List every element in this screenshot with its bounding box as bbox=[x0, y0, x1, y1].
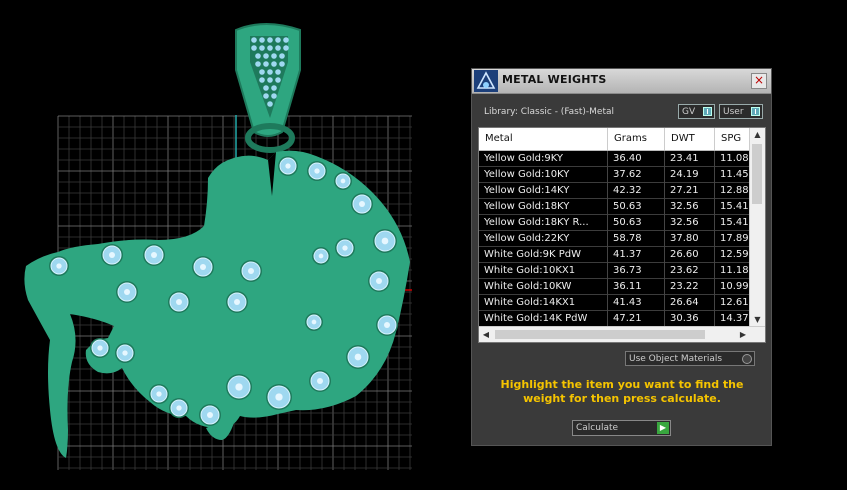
column-header-spg[interactable]: SPG bbox=[715, 128, 751, 150]
table-row[interactable]: Yellow Gold:22KY 58.78 37.80 17.89 bbox=[479, 231, 751, 247]
panel-titlebar[interactable]: METAL WEIGHTS × bbox=[472, 69, 771, 94]
cell-dwt: 26.60 bbox=[665, 247, 715, 263]
cell-grams: 58.78 bbox=[608, 231, 665, 247]
gv-toggle[interactable]: GV bbox=[678, 104, 715, 119]
toggle-indicator-icon bbox=[751, 107, 760, 116]
column-header-metal[interactable]: Metal bbox=[479, 128, 608, 150]
cell-spg: 10.99 bbox=[720, 281, 749, 292]
cell-metal: Yellow Gold:18KY R... bbox=[479, 215, 608, 231]
cell-metal: Yellow Gold:22KY bbox=[479, 231, 608, 247]
app-logo-icon bbox=[474, 70, 498, 92]
cell-dwt: 30.36 bbox=[665, 311, 715, 327]
cell-dwt: 23.22 bbox=[665, 279, 715, 295]
play-arrow-icon: ▶ bbox=[657, 422, 669, 434]
cell-metal: White Gold:10KX1 bbox=[479, 263, 608, 279]
vertical-scrollbar[interactable]: ▲ ▼ bbox=[749, 128, 765, 327]
cell-dwt: 26.64 bbox=[665, 295, 715, 311]
scroll-up-icon[interactable]: ▲ bbox=[750, 128, 765, 142]
use-object-materials-label: Use Object Materials bbox=[629, 354, 723, 364]
scroll-right-icon[interactable]: ▶ bbox=[736, 327, 750, 342]
table-row[interactable]: White Gold:9K PdW 41.37 26.60 12.59 bbox=[479, 247, 751, 263]
cell-metal: White Gold:10KW bbox=[479, 279, 608, 295]
cell-metal: Yellow Gold:18KY bbox=[479, 199, 608, 215]
cell-spg: 15.41 bbox=[720, 217, 749, 228]
calculate-label: Calculate bbox=[576, 423, 619, 433]
instructions-text: Highlight the item you want to find the … bbox=[500, 378, 744, 405]
cell-spg: 14.37 bbox=[720, 313, 749, 324]
cell-grams: 36.73 bbox=[608, 263, 665, 279]
scroll-down-icon[interactable]: ▼ bbox=[750, 313, 765, 327]
cell-spg: 15.41 bbox=[720, 201, 749, 212]
cell-grams: 41.37 bbox=[608, 247, 665, 263]
cell-spg: 12.88 bbox=[720, 185, 749, 196]
table-header: Metal Grams DWT SPG bbox=[479, 128, 751, 151]
radio-icon bbox=[742, 354, 752, 364]
column-header-dwt[interactable]: DWT bbox=[665, 128, 715, 150]
cell-metal: White Gold:9K PdW bbox=[479, 247, 608, 263]
table-row[interactable]: Yellow Gold:9KY 36.40 23.41 11.08 bbox=[479, 151, 751, 167]
horizontal-scrollbar[interactable]: ◀ ▶ bbox=[479, 326, 765, 342]
fish-pendant[interactable] bbox=[24, 23, 411, 458]
viewport-canvas[interactable] bbox=[0, 0, 470, 490]
cell-grams: 41.43 bbox=[608, 295, 665, 311]
table-row[interactable]: White Gold:14K PdW 47.21 30.36 14.37 bbox=[479, 311, 751, 327]
cell-metal: Yellow Gold:9KY bbox=[479, 151, 608, 167]
cell-metal: Yellow Gold:14KY bbox=[479, 183, 608, 199]
gv-label: GV bbox=[682, 107, 696, 117]
cell-grams: 36.11 bbox=[608, 279, 665, 295]
library-label: Library: Classic - (Fast)-Metal bbox=[484, 107, 615, 117]
cell-grams: 36.40 bbox=[608, 151, 665, 167]
cell-grams: 50.63 bbox=[608, 199, 665, 215]
user-toggle[interactable]: User bbox=[719, 104, 763, 119]
calculate-button[interactable]: Calculate ▶ bbox=[572, 420, 671, 436]
cell-dwt: 24.19 bbox=[665, 167, 715, 183]
scroll-thumb-horizontal[interactable] bbox=[495, 330, 705, 339]
table-row[interactable]: White Gold:14KX1 41.43 26.64 12.61 bbox=[479, 295, 751, 311]
cell-spg: 11.08 bbox=[720, 153, 749, 164]
cell-grams: 42.32 bbox=[608, 183, 665, 199]
cell-grams: 37.62 bbox=[608, 167, 665, 183]
panel-title: METAL WEIGHTS bbox=[502, 73, 607, 86]
cell-spg: 17.89 bbox=[720, 233, 749, 244]
table-row[interactable]: White Gold:10KW 36.11 23.22 10.99 bbox=[479, 279, 751, 295]
cell-grams: 47.21 bbox=[608, 311, 665, 327]
table-row[interactable]: Yellow Gold:10KY 37.62 24.19 11.45 bbox=[479, 167, 751, 183]
cell-metal: White Gold:14K PdW bbox=[479, 311, 608, 327]
toggle-indicator-icon bbox=[703, 107, 712, 116]
cell-dwt: 27.21 bbox=[665, 183, 715, 199]
table-row[interactable]: Yellow Gold:18KY 50.63 32.56 15.41 bbox=[479, 199, 751, 215]
cell-dwt: 32.56 bbox=[665, 199, 715, 215]
cell-metal: Yellow Gold:10KY bbox=[479, 167, 608, 183]
column-header-grams[interactable]: Grams bbox=[608, 128, 665, 150]
viewport-3d[interactable] bbox=[0, 0, 470, 490]
cell-dwt: 23.62 bbox=[665, 263, 715, 279]
user-label: User bbox=[723, 107, 744, 117]
use-object-materials-toggle[interactable]: Use Object Materials bbox=[625, 351, 755, 366]
table-row[interactable]: Yellow Gold:18KY R... 50.63 32.56 15.41 bbox=[479, 215, 751, 231]
close-icon: × bbox=[753, 73, 765, 87]
scroll-thumb[interactable] bbox=[752, 144, 762, 204]
cell-metal: White Gold:14KX1 bbox=[479, 295, 608, 311]
cell-grams: 50.63 bbox=[608, 215, 665, 231]
metal-table[interactable]: Metal Grams DWT SPG Yellow Gold:9KY 36.40… bbox=[478, 127, 766, 343]
cell-dwt: 37.80 bbox=[665, 231, 715, 247]
cell-spg: 11.18 bbox=[720, 265, 749, 276]
cell-dwt: 32.56 bbox=[665, 215, 715, 231]
cell-spg: 12.61 bbox=[720, 297, 749, 308]
metal-weights-panel: METAL WEIGHTS × Library: Classic - (Fast… bbox=[471, 68, 772, 446]
cell-spg: 12.59 bbox=[720, 249, 749, 260]
cell-spg: 11.45 bbox=[720, 169, 749, 180]
table-body: Yellow Gold:9KY 36.40 23.41 11.08 Yellow Gol… bbox=[479, 151, 751, 327]
cell-dwt: 23.41 bbox=[665, 151, 715, 167]
table-row[interactable]: White Gold:10KX1 36.73 23.62 11.18 bbox=[479, 263, 751, 279]
table-row[interactable]: Yellow Gold:14KY 42.32 27.21 12.88 bbox=[479, 183, 751, 199]
scroll-left-icon[interactable]: ◀ bbox=[479, 327, 493, 342]
close-button[interactable]: × bbox=[751, 73, 767, 89]
